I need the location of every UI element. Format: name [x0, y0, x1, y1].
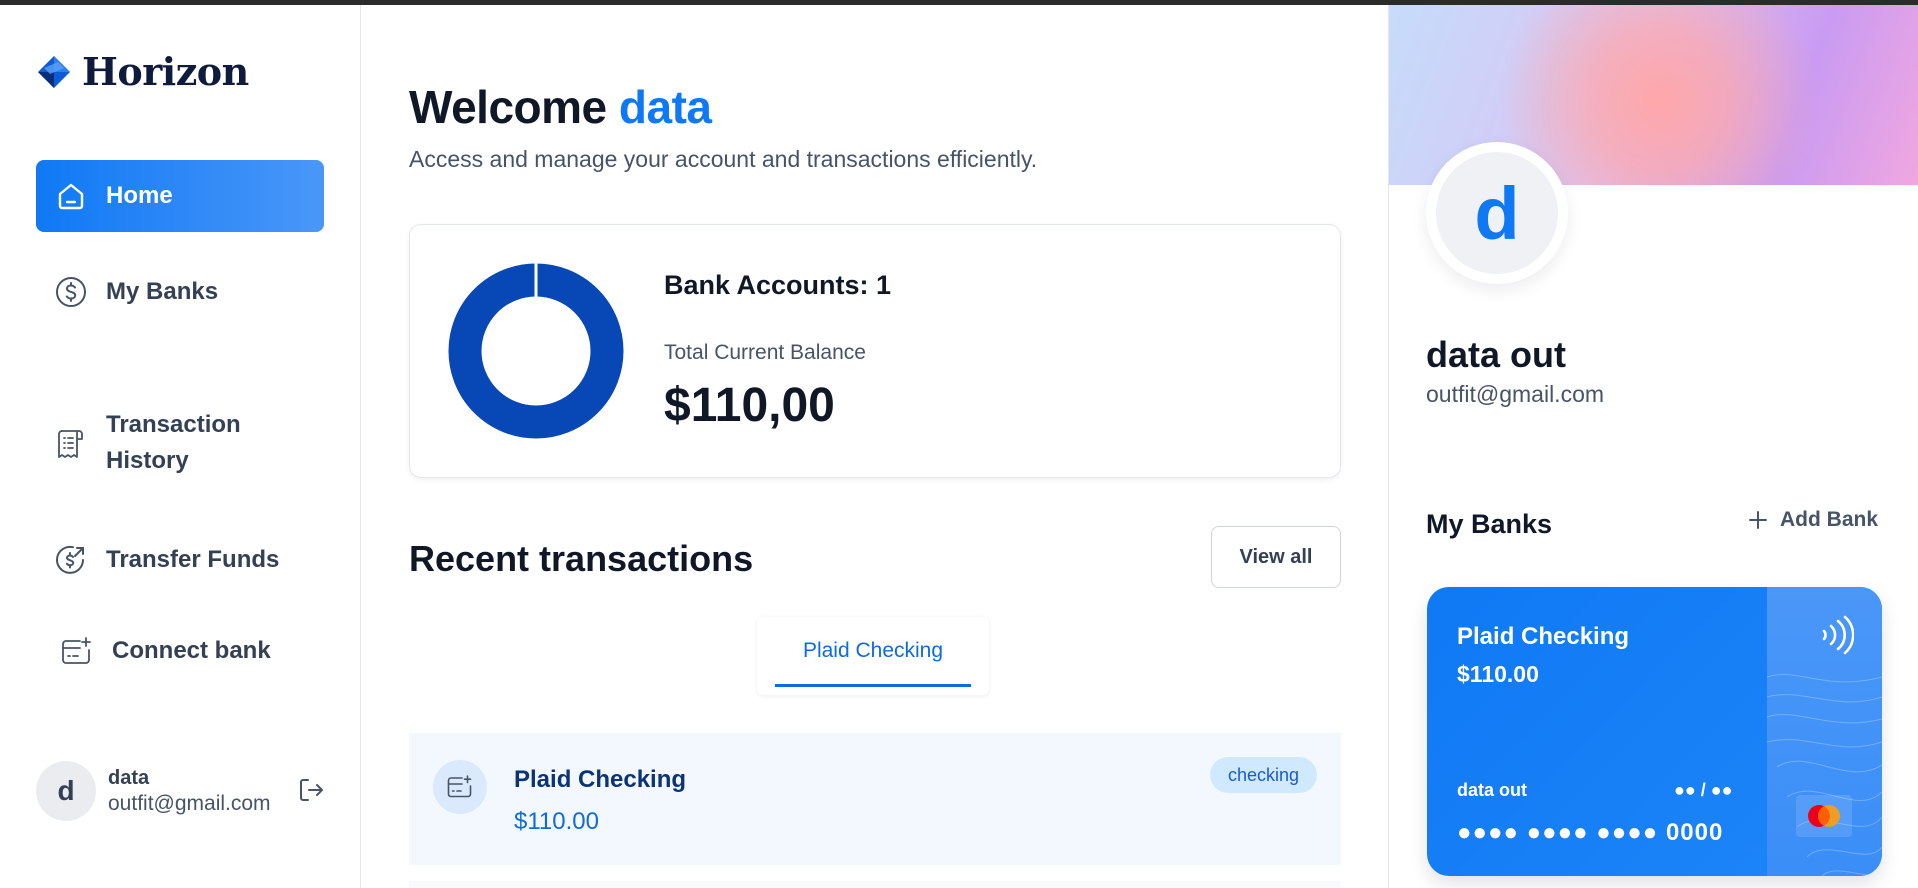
receipt-icon	[54, 427, 88, 461]
profile-name: data out	[1426, 334, 1566, 375]
sidebar-item-label: Transaction History	[106, 411, 241, 474]
card-bank-name: Plaid Checking	[1457, 623, 1630, 650]
total-balance-card: Bank Accounts: 1 Total Current Balance $…	[409, 224, 1341, 478]
user-name: data	[108, 766, 150, 789]
total-balance-value: $110,00	[664, 379, 835, 432]
my-banks-title: My Banks	[1426, 509, 1553, 539]
recent-transactions-title: Recent transactions	[409, 538, 754, 579]
main-content: Welcome data Access and manage your acco…	[362, 5, 1388, 888]
account-type-badge: checking	[1209, 757, 1317, 793]
bank-info-row[interactable]: Plaid Checking $110.00 checking	[409, 733, 1341, 865]
transfer-funds-icon	[54, 543, 88, 577]
home-icon	[54, 179, 88, 213]
sidebar-item-connect-bank[interactable]: Connect bank	[36, 615, 324, 687]
contactless-icon	[1822, 615, 1854, 655]
tab-plaid-checking[interactable]: Plaid Checking	[775, 617, 971, 687]
card-expiry: ●● / ●●	[1674, 780, 1733, 800]
card-pattern	[1767, 674, 1882, 876]
profile-email: outfit@gmail.com	[1426, 381, 1605, 407]
plus-icon	[1749, 511, 1767, 529]
sidebar: Horizon Home My Banks Transaction Histor…	[0, 5, 361, 888]
bank-accounts-count: Bank Accounts: 1	[664, 270, 892, 300]
sidebar-item-home[interactable]: Home	[36, 160, 324, 232]
table-row-peek	[409, 881, 1341, 888]
brand-logo[interactable]: Horizon	[36, 49, 249, 94]
bank-name: Plaid Checking	[514, 766, 687, 793]
profile-avatar-initial: d	[1436, 152, 1558, 274]
mastercard-icon	[1796, 795, 1852, 837]
sidebar-item-transfer-funds[interactable]: Transfer Funds	[36, 524, 324, 596]
page-subtitle: Access and manage your account and trans…	[409, 146, 1038, 172]
horizon-logo-icon	[38, 55, 70, 88]
dollar-circle-icon	[54, 275, 88, 309]
view-all-button[interactable]: View all	[1211, 526, 1341, 588]
profile-avatar: d	[1426, 142, 1568, 284]
balance-donut-chart	[448, 263, 624, 439]
connect-bank-icon	[60, 634, 94, 668]
welcome-user-name: data	[618, 81, 712, 133]
card-number: ●●●● ●●●● ●●●● 0000	[1457, 819, 1724, 846]
sidebar-item-my-banks[interactable]: My Banks	[36, 256, 324, 328]
sidebar-item-transaction-history[interactable]: Transaction History	[36, 406, 324, 480]
sidebar-item-label: Home	[106, 182, 173, 209]
sidebar-item-label: Connect bank	[112, 637, 271, 664]
brand-name: Horizon	[82, 49, 249, 94]
bank-card-icon	[433, 760, 487, 814]
card-balance: $110.00	[1457, 661, 1539, 687]
card-holder-name: data out	[1457, 780, 1527, 800]
sidebar-user: d data outfit@gmail.com	[36, 759, 326, 823]
logout-icon[interactable]	[296, 775, 326, 805]
welcome-prefix: Welcome	[409, 81, 607, 133]
profile-sidebar: d data out outfit@gmail.com My Banks Add…	[1388, 5, 1918, 888]
bank-balance: $110.00	[514, 808, 599, 835]
bank-tabs: Plaid Checking	[757, 617, 989, 695]
sidebar-item-label: My Banks	[106, 278, 219, 305]
avatar: d	[36, 761, 96, 821]
add-bank-label: Add Bank	[1780, 508, 1879, 531]
bank-card[interactable]: Plaid Checking $110.00 data out ●● / ●● …	[1427, 587, 1882, 876]
page-title: Welcome data	[409, 80, 712, 134]
sidebar-item-label: Transfer Funds	[106, 546, 280, 573]
total-balance-label: Total Current Balance	[664, 341, 866, 364]
user-email: outfit@gmail.com	[108, 791, 271, 815]
add-bank-button[interactable]: Add Bank	[1746, 508, 1878, 532]
